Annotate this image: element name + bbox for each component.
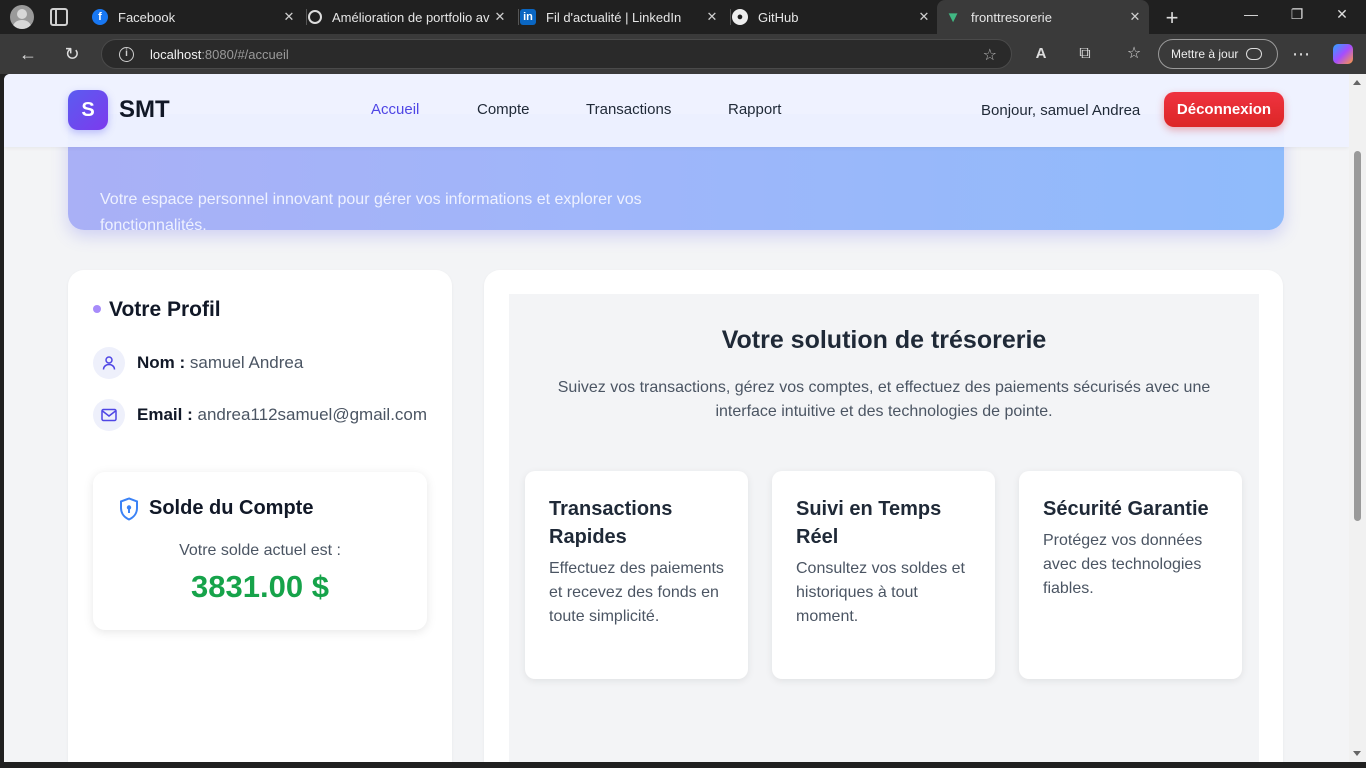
nav-link-compte[interactable]: Compte bbox=[477, 101, 530, 118]
copilot-icon[interactable] bbox=[1333, 44, 1353, 64]
top-navbar: S SMT Accueil Compte Transactions Rappor… bbox=[4, 74, 1349, 147]
close-icon[interactable]: ✕ bbox=[1127, 9, 1143, 25]
feature-card-transactions: Transactions Rapides Effectuez des paiem… bbox=[525, 471, 748, 679]
address-bar[interactable]: i localhost:8080/#/accueil ☆ bbox=[101, 39, 1012, 69]
page-viewport: Votre espace personnel innovant pour gér… bbox=[4, 74, 1349, 762]
tab-portfolio[interactable]: Amélioration de portfolio av ✕ bbox=[306, 0, 508, 34]
solution-title: Votre solution de trésorerie bbox=[721, 326, 1047, 354]
profile-title: Votre Profil bbox=[109, 298, 221, 321]
balance-amount: 3831.00 $ bbox=[191, 569, 329, 604]
close-icon[interactable]: ✕ bbox=[281, 9, 297, 25]
browser-profile-icon[interactable] bbox=[10, 5, 34, 29]
scrollbar-thumb[interactable] bbox=[1354, 151, 1361, 521]
close-icon[interactable]: ✕ bbox=[492, 9, 508, 25]
favorites-icon[interactable]: ☆ bbox=[1124, 44, 1144, 64]
github-icon: ● bbox=[732, 9, 748, 25]
linkedin-icon: in bbox=[520, 9, 536, 25]
name-label: Nom : bbox=[137, 353, 186, 372]
url-path: :8080/#/accueil bbox=[201, 47, 289, 62]
tab-title: GitHub bbox=[758, 9, 799, 25]
translate-icon[interactable]: A bbox=[1031, 44, 1051, 64]
feature-card-suivi: Suivi en Temps Réel Consultez vos soldes… bbox=[772, 471, 995, 679]
scroll-up-arrow-icon[interactable] bbox=[1353, 80, 1361, 85]
url-host: localhost bbox=[150, 47, 202, 62]
feature-text: Effectuez des paiements et recevez des f… bbox=[549, 560, 724, 625]
email-value: andrea112samuel@gmail.com bbox=[197, 405, 428, 424]
logout-button[interactable]: Déconnexion bbox=[1164, 92, 1284, 127]
brand-name[interactable]: SMT bbox=[119, 96, 170, 124]
user-greeting: Bonjour, samuel Andrea bbox=[981, 102, 1141, 119]
scroll-down-arrow-icon[interactable] bbox=[1353, 751, 1361, 756]
nav-link-transactions[interactable]: Transactions bbox=[586, 101, 671, 118]
profile-email-line: Email : andrea112samuel@gmail.com bbox=[137, 405, 427, 425]
favorite-star-icon[interactable]: ☆ bbox=[983, 45, 997, 65]
feature-title: Transactions Rapides bbox=[549, 498, 673, 548]
browser-toolbar: ← ↻ i localhost:8080/#/accueil ☆ A ⧉ ☆ M… bbox=[0, 34, 1366, 74]
window-close-icon[interactable]: ✕ bbox=[1332, 6, 1352, 23]
solution-description: Suivez vos transactions, gérez vos compt… bbox=[557, 379, 1211, 420]
tab-github[interactable]: ● GitHub ✕ bbox=[730, 0, 932, 34]
reload-icon[interactable]: ↻ bbox=[62, 44, 82, 64]
window-bottom-edge bbox=[0, 762, 1366, 768]
email-label: Email : bbox=[137, 405, 193, 424]
profile-name-line: Nom : samuel Andrea bbox=[137, 353, 303, 373]
extensions-icon[interactable]: ⧉ bbox=[1075, 44, 1095, 64]
nav-link-rapport[interactable]: Rapport bbox=[728, 101, 781, 118]
vue-icon: ▼ bbox=[945, 8, 961, 26]
hero-subtitle: Votre espace personnel innovant pour gér… bbox=[100, 191, 642, 234]
nav-link-accueil[interactable]: Accueil bbox=[371, 101, 419, 118]
close-icon[interactable]: ✕ bbox=[704, 9, 720, 25]
restore-icon[interactable]: ❐ bbox=[1287, 6, 1307, 23]
mail-icon bbox=[93, 399, 125, 431]
update-button-label: Mettre à jour bbox=[1171, 47, 1239, 61]
new-tab-button[interactable]: + bbox=[1162, 5, 1182, 31]
back-arrow-icon[interactable]: ← bbox=[18, 44, 38, 64]
balance-subtitle: Votre solde actuel est : bbox=[179, 542, 341, 559]
tab-facebook[interactable]: f Facebook ✕ bbox=[92, 0, 297, 34]
name-value: samuel Andrea bbox=[189, 353, 304, 372]
facebook-icon: f bbox=[92, 9, 108, 25]
tab-title: Facebook bbox=[118, 9, 176, 25]
balance-title: Solde du Compte bbox=[149, 497, 314, 519]
brand-logo[interactable]: S bbox=[68, 90, 108, 130]
url-text: localhost:8080/#/accueil bbox=[150, 47, 289, 62]
site-info-icon[interactable]: i bbox=[119, 47, 134, 62]
tab-title: Fil d'actualité | LinkedIn bbox=[546, 9, 682, 25]
tab-fronttresorerie[interactable]: ▼ fronttresorerie ✕ bbox=[937, 0, 1149, 34]
tab-actions-icon[interactable] bbox=[50, 8, 68, 26]
title-dot bbox=[93, 305, 101, 313]
feature-title: Sécurité Garantie bbox=[1043, 498, 1209, 520]
feature-text: Consultez vos soldes et historiques à to… bbox=[796, 560, 965, 625]
close-icon[interactable]: ✕ bbox=[916, 9, 932, 25]
tab-linkedin[interactable]: in Fil d'actualité | LinkedIn ✕ bbox=[518, 0, 720, 34]
feature-title: Suivi en Temps Réel bbox=[796, 498, 942, 548]
tab-title: Amélioration de portfolio av bbox=[332, 9, 490, 25]
feature-card-securite: Sécurité Garantie Protégez vos données a… bbox=[1019, 471, 1242, 679]
browser-tabstrip: f Facebook ✕ Amélioration de portfolio a… bbox=[0, 0, 1366, 34]
feature-text: Protégez vos données avec des technologi… bbox=[1043, 532, 1203, 597]
tab-title: fronttresorerie bbox=[971, 9, 1052, 25]
more-menu-icon[interactable]: ⋯ bbox=[1291, 44, 1311, 64]
refresh-circle-icon bbox=[308, 10, 322, 24]
shield-icon bbox=[119, 497, 139, 526]
user-icon bbox=[93, 347, 125, 379]
update-button[interactable]: Mettre à jour bbox=[1158, 39, 1278, 69]
update-icon bbox=[1246, 48, 1263, 60]
page-scrollbar[interactable] bbox=[1349, 74, 1366, 762]
minimize-icon[interactable]: — bbox=[1241, 6, 1261, 22]
